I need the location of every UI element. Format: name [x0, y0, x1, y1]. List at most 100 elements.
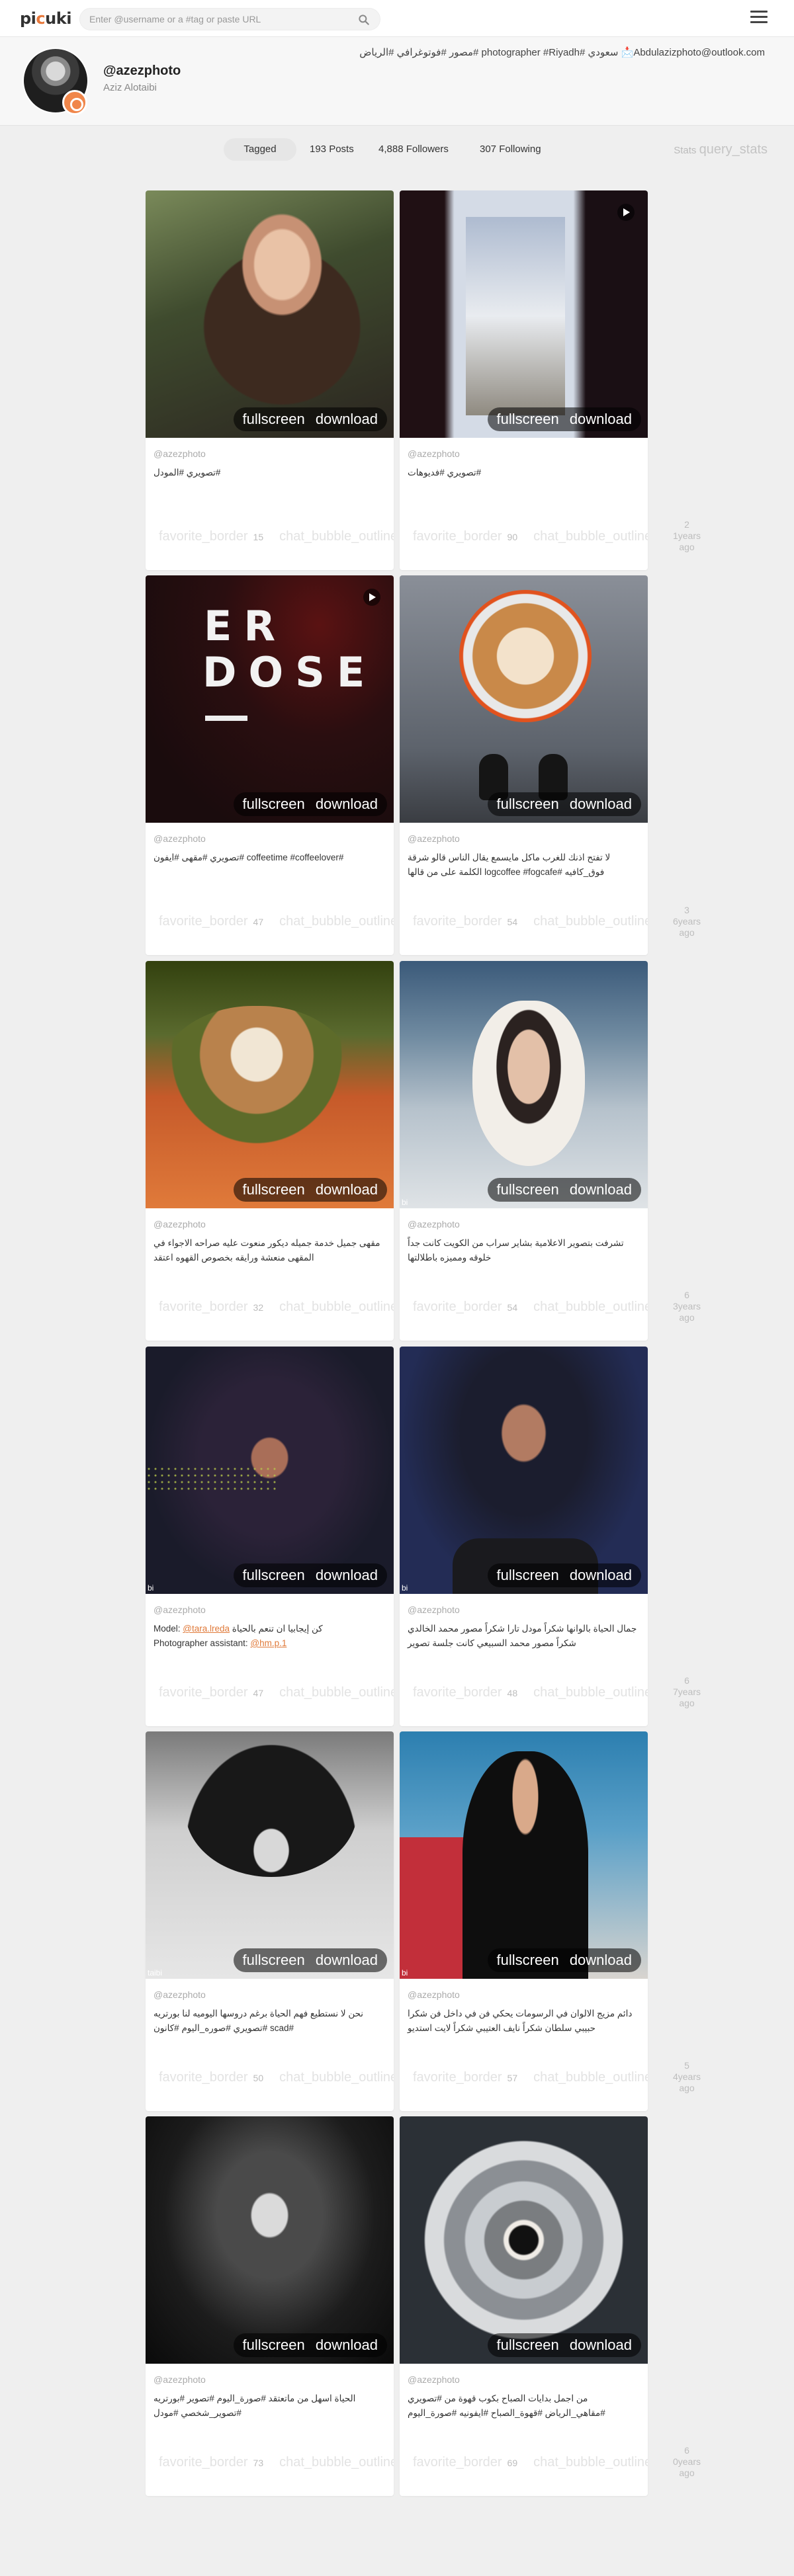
download-button[interactable]: download [316, 411, 378, 427]
likes-count: 73 [253, 2458, 264, 2468]
top-bar: picuki [0, 0, 794, 37]
post-card[interactable]: bi fullscreen download @azezphoto تشرفت ب… [400, 961, 648, 1341]
post-owner[interactable]: @azezphoto [154, 1219, 206, 1229]
post-owner[interactable]: @azezphoto [408, 1989, 460, 2000]
post-owner[interactable]: @azezphoto [154, 1989, 206, 2000]
post-owner[interactable]: @azezphoto [154, 1604, 206, 1615]
mention-link[interactable]: @hm.p.1 [250, 1638, 287, 1648]
comments-icon: chat_bubble_outline [533, 914, 648, 929]
stats-link[interactable]: Stats query_stats [674, 138, 768, 161]
post-image[interactable]: bi fullscreen download [400, 1347, 648, 1594]
download-button[interactable]: download [570, 411, 632, 427]
download-button[interactable]: download [316, 1567, 378, 1583]
fullscreen-button[interactable]: fullscreen [497, 796, 559, 812]
hamburger-menu-icon[interactable] [750, 11, 768, 25]
image-overlay-text: DOSE [202, 648, 377, 696]
comments-icon: chat_bubble_outline [279, 914, 394, 929]
post-owner[interactable]: @azezphoto [408, 448, 460, 459]
post-image[interactable]: bi fullscreen download [400, 1731, 648, 1979]
post-card[interactable]: bi fullscreen download @azezphoto كن إيجا… [146, 1347, 394, 1726]
fullscreen-button[interactable]: fullscreen [243, 411, 305, 427]
comments-icon: chat_bubble_outline [279, 529, 394, 544]
likes-icon: favorite_border [413, 914, 502, 929]
download-button[interactable]: download [316, 1952, 378, 1968]
side-info: 6 7years ago [667, 1675, 707, 1709]
post-image[interactable]: fullscreen download [400, 2116, 648, 2364]
download-button[interactable]: download [570, 796, 632, 812]
search-input[interactable] [89, 13, 354, 26]
search-box[interactable] [79, 8, 380, 30]
post-card[interactable]: bi fullscreen download @azezphoto دائم مز… [400, 1731, 648, 2111]
post-card[interactable]: fullscreen download @azezphoto لا تفتح ا… [400, 575, 648, 955]
post-image[interactable]: fullscreen download [146, 961, 394, 1208]
fullscreen-button[interactable]: fullscreen [497, 2337, 559, 2353]
post-caption: #تصويري #المودل [154, 468, 221, 478]
post-caption: #coffeetime #coffeelover #تصويري #مقهى #… [154, 852, 344, 862]
fullscreen-button[interactable]: fullscreen [497, 1567, 559, 1583]
post-card[interactable]: bi fullscreen download @azezphoto جمال ال… [400, 1347, 648, 1726]
post-footer: favorite_border 69 chat_bubble_outline [413, 2455, 648, 2471]
followers-count[interactable]: 4,888 Followers [378, 138, 449, 161]
post-card[interactable]: fullscreen download @azezphoto مقهى جميل… [146, 961, 394, 1341]
download-button[interactable]: download [570, 1952, 632, 1968]
post-owner[interactable]: @azezphoto [154, 448, 206, 459]
post-image[interactable]: fullscreen download [146, 2116, 394, 2364]
likes-icon: favorite_border [413, 2455, 502, 2470]
fullscreen-button[interactable]: fullscreen [497, 411, 559, 427]
post-image[interactable]: ER DOSE fullscreen download [146, 575, 394, 823]
post-meta: @azezphoto #تصويري #المودل favorite_bord… [146, 438, 394, 570]
fullscreen-button[interactable]: fullscreen [243, 796, 305, 812]
post-owner[interactable]: @azezphoto [154, 833, 206, 844]
fullscreen-button[interactable]: fullscreen [243, 1181, 305, 1198]
post-card[interactable]: fullscreen download @azezphoto من اجمل ب… [400, 2116, 648, 2496]
fullscreen-button[interactable]: fullscreen [243, 1567, 305, 1583]
post-owner[interactable]: @azezphoto [408, 1604, 460, 1615]
post-actions: fullscreen download [233, 1563, 387, 1587]
post-image[interactable]: fullscreen download [400, 575, 648, 823]
fullscreen-button[interactable]: fullscreen [497, 1181, 559, 1198]
post-card[interactable]: fullscreen download @azezphoto #تصويري #… [146, 190, 394, 570]
likes-count: 47 [253, 1688, 264, 1698]
post-owner[interactable]: @azezphoto [408, 2374, 460, 2385]
post-card[interactable]: fullscreen download @azezphoto #تصويري #… [400, 190, 648, 570]
download-button[interactable]: download [316, 796, 378, 812]
post-image[interactable]: bi fullscreen download [146, 1347, 394, 1594]
posts-count[interactable]: 193 Posts [310, 138, 354, 161]
post-card[interactable]: fullscreen download @azezphoto الحياة اس… [146, 2116, 394, 2496]
download-button[interactable]: download [570, 2337, 632, 2353]
download-button[interactable]: download [570, 1567, 632, 1583]
post-image[interactable]: bi fullscreen download [400, 961, 648, 1208]
mention-link[interactable]: @tara.lreda [183, 1624, 230, 1634]
likes-icon: favorite_border [159, 529, 248, 544]
post-meta: @azezphoto لا تفتح اذنك للغرب ماكل مايسم… [400, 823, 648, 955]
post-image[interactable]: fullscreen download [146, 190, 394, 438]
post-actions: fullscreen download [233, 407, 387, 431]
image-overlay-bar [205, 716, 247, 721]
post-owner[interactable]: @azezphoto [154, 2374, 206, 2385]
likes-icon: favorite_border [413, 2070, 502, 2085]
post-image[interactable]: taibi fullscreen download [146, 1731, 394, 1979]
post-footer: favorite_border 32 chat_bubble_outline [159, 1300, 394, 1315]
post-owner[interactable]: @azezphoto [408, 1219, 460, 1229]
download-button[interactable]: download [316, 2337, 378, 2353]
post-card[interactable]: ER DOSE fullscreen download @azezphoto #co… [146, 575, 394, 955]
tab-tagged[interactable]: Tagged [224, 138, 296, 161]
post-caption: #تصويري #فديوهات [408, 468, 482, 478]
following-count[interactable]: 307 Following [480, 138, 541, 161]
post-meta: @azezphoto #تصويري #فديوهات favorite_bor… [400, 438, 648, 570]
search-icon[interactable] [357, 13, 371, 26]
post-image[interactable]: fullscreen download [400, 190, 648, 438]
download-button[interactable]: download [316, 1181, 378, 1198]
fullscreen-button[interactable]: fullscreen [243, 1952, 305, 1968]
image-subject [157, 1006, 356, 1158]
side-info: 6 3years ago [667, 1290, 707, 1323]
post-card[interactable]: taibi fullscreen download @azezphoto نحن … [146, 1731, 394, 2111]
fullscreen-button[interactable]: fullscreen [497, 1952, 559, 1968]
post-owner[interactable]: @azezphoto [408, 833, 460, 844]
query-stats-icon: query_stats [699, 142, 768, 157]
fullscreen-button[interactable]: fullscreen [243, 2337, 305, 2353]
post-footer: favorite_border 54 chat_bubble_outline [413, 914, 648, 930]
site-logo[interactable]: picuki [20, 9, 71, 28]
likes-icon: favorite_border [413, 529, 502, 544]
download-button[interactable]: download [570, 1181, 632, 1198]
